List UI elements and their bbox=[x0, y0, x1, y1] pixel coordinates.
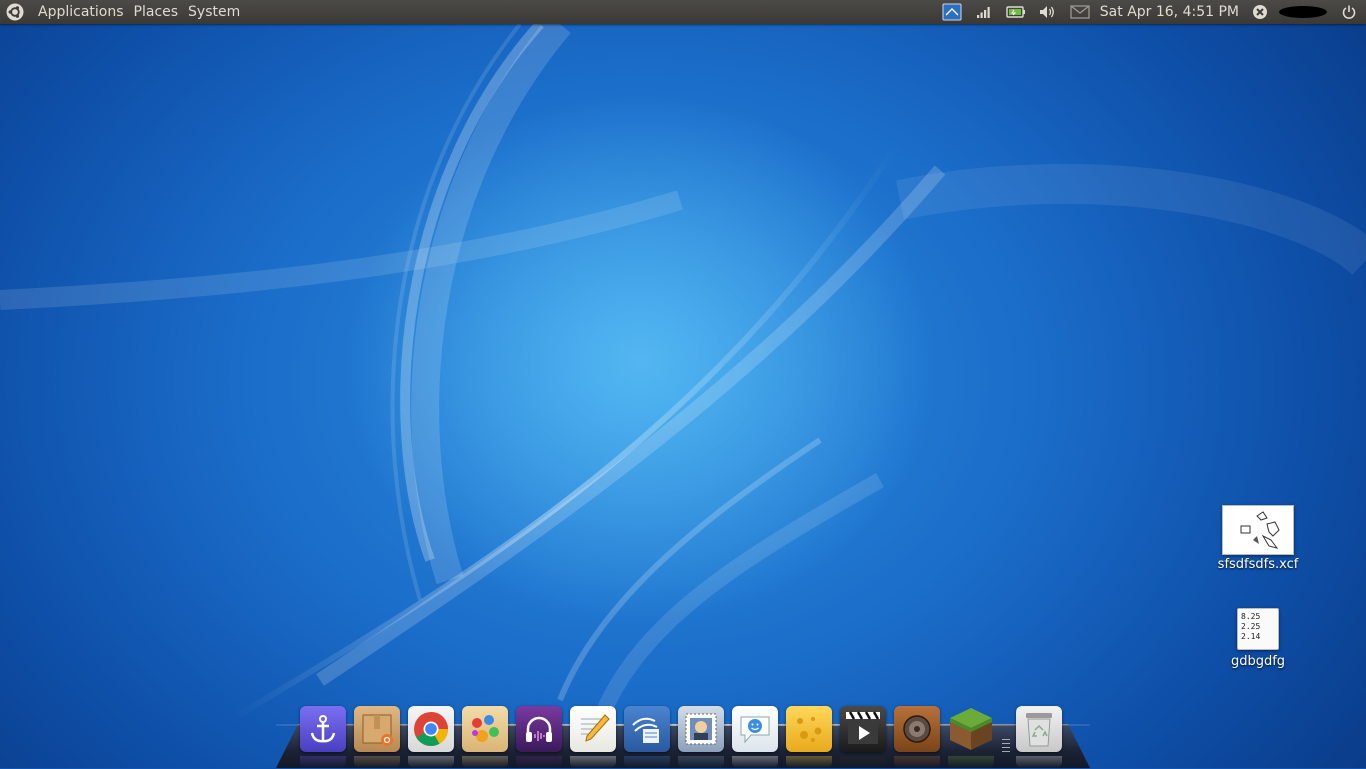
messaging-bubble-icon[interactable] bbox=[732, 706, 778, 752]
menu-places[interactable]: Places bbox=[129, 0, 184, 24]
trash-icon[interactable] bbox=[1016, 706, 1062, 752]
dock-reflection-item bbox=[678, 756, 724, 768]
dock-reflection-item bbox=[516, 756, 562, 768]
dock-reflection-item bbox=[462, 756, 508, 768]
chrome-browser-icon[interactable] bbox=[408, 706, 454, 752]
username-redacted[interactable] bbox=[1279, 6, 1327, 18]
volume-icon[interactable] bbox=[1037, 2, 1059, 22]
desktop-file-xcf[interactable]: sfsdfsdfs.xcf bbox=[1208, 505, 1308, 572]
paint-palette-icon[interactable] bbox=[462, 706, 508, 752]
text-file-icon: 8.25 2.25 2.14 bbox=[1237, 608, 1279, 650]
dock-reflection-item bbox=[786, 756, 832, 768]
minecraft-grass-block-icon[interactable] bbox=[948, 706, 994, 752]
power-icon[interactable] bbox=[1338, 2, 1360, 22]
dock bbox=[300, 706, 1070, 754]
speaker-icon[interactable] bbox=[894, 706, 940, 752]
cheese-camera-icon[interactable] bbox=[786, 706, 832, 752]
openoffice-writer-icon[interactable] bbox=[624, 706, 670, 752]
dock-reflection-item bbox=[408, 756, 454, 768]
archive-box-icon[interactable] bbox=[354, 706, 400, 752]
clock[interactable]: Sat Apr 16, 4:51 PM bbox=[1100, 4, 1239, 20]
dock-reflection-item bbox=[354, 756, 400, 768]
dock-reflection-item bbox=[1016, 756, 1062, 768]
text-editor-pencil-icon[interactable] bbox=[570, 706, 616, 752]
menu-applications[interactable]: Applications bbox=[33, 0, 129, 24]
mail-stamp-icon[interactable] bbox=[678, 706, 724, 752]
dock-reflection-item bbox=[300, 756, 346, 768]
dock-reflection bbox=[300, 756, 1070, 768]
chat-status-icon[interactable] bbox=[1249, 2, 1271, 22]
menu-system[interactable]: System bbox=[183, 0, 245, 24]
dock-reflection-item bbox=[894, 756, 940, 768]
network-signal-icon[interactable] bbox=[973, 2, 995, 22]
dock-reflection-item bbox=[570, 756, 616, 768]
desktop-file-text[interactable]: 8.25 2.25 2.14 gdbgdfg bbox=[1208, 608, 1308, 669]
text-preview-line: 2.14 bbox=[1241, 632, 1261, 641]
video-clapper-icon[interactable] bbox=[840, 706, 886, 752]
desktop-file-label: gdbgdfg bbox=[1230, 654, 1286, 669]
battery-icon[interactable] bbox=[1005, 2, 1027, 22]
dock-reflection-item bbox=[732, 756, 778, 768]
ubuntu-logo-icon[interactable] bbox=[6, 3, 24, 21]
workspace-icon[interactable] bbox=[941, 2, 963, 22]
dock-reflection-item bbox=[840, 756, 886, 768]
text-preview-line: 8.25 bbox=[1241, 612, 1261, 621]
dock-reflection-item bbox=[948, 756, 994, 768]
text-preview-line: 2.25 bbox=[1241, 622, 1261, 631]
dock-separator bbox=[1002, 712, 1010, 752]
top-panel: Applications Places System Sat Apr 16, 4… bbox=[0, 0, 1366, 24]
headphones-music-icon[interactable] bbox=[516, 706, 562, 752]
xcf-thumbnail-icon bbox=[1222, 505, 1294, 555]
desktop-file-label: sfsdfsdfs.xcf bbox=[1217, 557, 1299, 572]
desktop-wallpaper bbox=[0, 0, 1366, 768]
mail-icon[interactable] bbox=[1069, 2, 1091, 22]
anchor-icon[interactable] bbox=[300, 706, 346, 752]
dock-reflection-item bbox=[624, 756, 670, 768]
